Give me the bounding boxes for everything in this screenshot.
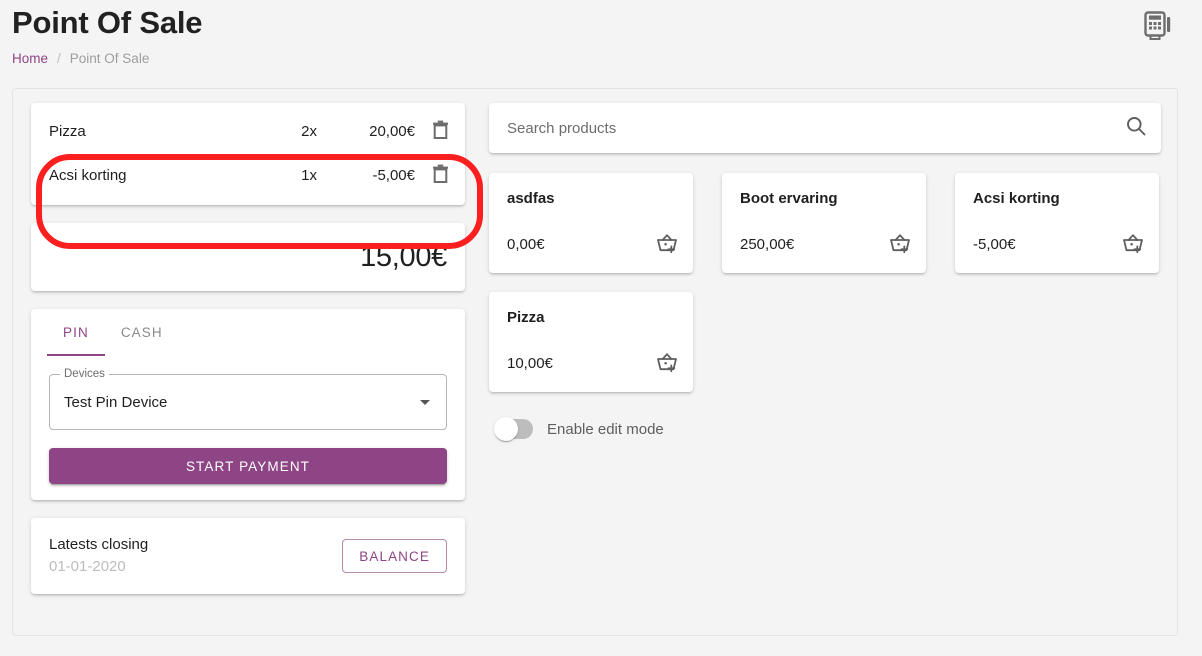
right-column: asdfas 0,00€ bbox=[489, 103, 1161, 441]
product-footer: 0,00€ bbox=[507, 232, 679, 257]
devices-select-value: Test Pin Device bbox=[64, 393, 168, 411]
add-to-basket-icon bbox=[655, 351, 679, 376]
product-footer: -5,00€ bbox=[973, 232, 1145, 257]
point-of-sale-page: Point Of Sale Home / Point Of Sale Pizza… bbox=[0, 0, 1202, 656]
product-card[interactable]: Acsi korting -5,00€ bbox=[955, 173, 1159, 273]
product-search-bar bbox=[489, 103, 1161, 153]
search-input[interactable] bbox=[505, 118, 1125, 138]
tab-cash[interactable]: CASH bbox=[105, 309, 179, 356]
product-price: 250,00€ bbox=[740, 236, 795, 253]
cart-item-price: 20,00€ bbox=[369, 122, 415, 140]
product-card[interactable]: asdfas 0,00€ bbox=[489, 173, 693, 273]
cart-item-qty: 1x bbox=[301, 166, 317, 184]
product-name: Pizza bbox=[507, 309, 545, 326]
active-tab-indicator bbox=[47, 354, 105, 356]
toggle-knob bbox=[494, 417, 518, 441]
tab-pin[interactable]: PIN bbox=[47, 309, 105, 356]
product-footer: 250,00€ bbox=[740, 232, 912, 257]
table-row: Acsi korting 1x -5,00€ bbox=[31, 153, 465, 197]
page-title: Point Of Sale bbox=[12, 5, 203, 40]
add-to-basket-button[interactable] bbox=[655, 351, 679, 376]
product-price: 10,00€ bbox=[507, 355, 553, 372]
breadcrumb-home-link[interactable]: Home bbox=[12, 50, 48, 68]
latest-closing-date: 01-01-2020 bbox=[49, 558, 126, 575]
add-to-basket-button[interactable] bbox=[1121, 232, 1145, 257]
add-to-basket-icon bbox=[655, 232, 679, 257]
pin-terminal-button[interactable] bbox=[1138, 6, 1178, 46]
breadcrumb: Home / Point Of Sale bbox=[12, 50, 149, 68]
cart-card: Pizza 2x 20,00€ Acsi korting 1x -5,00€ bbox=[31, 103, 465, 205]
trash-icon bbox=[432, 120, 449, 143]
product-name: Acsi korting bbox=[973, 190, 1060, 207]
pos-container: Pizza 2x 20,00€ Acsi korting 1x -5,00€ 1… bbox=[12, 88, 1178, 636]
product-footer: 10,00€ bbox=[507, 351, 679, 376]
cart-item-qty: 2x bbox=[301, 122, 317, 140]
latest-closing-card: Latests closing 01-01-2020 BALANCE bbox=[31, 518, 465, 594]
devices-select[interactable]: Devices Test Pin Device bbox=[49, 368, 447, 430]
enable-edit-mode-label: Enable edit mode bbox=[547, 420, 664, 438]
table-row: Pizza 2x 20,00€ bbox=[31, 109, 465, 153]
chevron-down-icon bbox=[420, 399, 430, 405]
devices-select-label: Devices bbox=[60, 368, 109, 381]
product-card[interactable]: Boot ervaring 250,00€ bbox=[722, 173, 926, 273]
pin-terminal-icon bbox=[1143, 9, 1173, 44]
cart-item-name: Pizza bbox=[49, 122, 86, 140]
start-payment-button[interactable]: START PAYMENT bbox=[49, 448, 447, 484]
latest-closing-title: Latests closing bbox=[49, 536, 149, 553]
payment-method-tabs: PIN CASH bbox=[31, 309, 465, 356]
product-price: -5,00€ bbox=[973, 236, 1016, 253]
cart-total-amount: 15,00€ bbox=[360, 240, 447, 273]
breadcrumb-current: Point Of Sale bbox=[69, 51, 150, 66]
product-grid: asdfas 0,00€ Boot ervaring 250,00€ Acsi … bbox=[489, 173, 1161, 392]
edit-mode-row: Enable edit mode bbox=[489, 417, 1161, 441]
trash-icon bbox=[432, 164, 449, 187]
add-to-basket-button[interactable] bbox=[888, 232, 912, 257]
breadcrumb-separator: / bbox=[57, 51, 61, 66]
cart-total-card: 15,00€ bbox=[31, 223, 465, 291]
balance-button[interactable]: BALANCE bbox=[342, 539, 447, 573]
product-price: 0,00€ bbox=[507, 236, 545, 253]
page-header: Point Of Sale Home / Point Of Sale bbox=[0, 0, 1202, 84]
enable-edit-mode-toggle[interactable] bbox=[494, 417, 533, 441]
cart-item-name: Acsi korting bbox=[49, 166, 127, 184]
add-to-basket-icon bbox=[888, 232, 912, 257]
add-to-basket-icon bbox=[1121, 232, 1145, 257]
latest-closing-texts: Latests closing 01-01-2020 bbox=[49, 534, 342, 578]
cart-item-delete-button[interactable] bbox=[415, 164, 449, 187]
cart-item-delete-button[interactable] bbox=[415, 120, 449, 143]
payment-card: PIN CASH Devices Test Pin Device START P… bbox=[31, 309, 465, 500]
product-name: asdfas bbox=[507, 190, 555, 207]
devices-field-wrapper: Devices Test Pin Device bbox=[31, 356, 465, 430]
cart-item-price: -5,00€ bbox=[372, 166, 415, 184]
product-name: Boot ervaring bbox=[740, 190, 838, 207]
add-to-basket-button[interactable] bbox=[655, 232, 679, 257]
left-column: Pizza 2x 20,00€ Acsi korting 1x -5,00€ 1… bbox=[31, 103, 483, 594]
product-card[interactable]: Pizza 10,00€ bbox=[489, 292, 693, 392]
search-icon[interactable] bbox=[1125, 115, 1147, 142]
